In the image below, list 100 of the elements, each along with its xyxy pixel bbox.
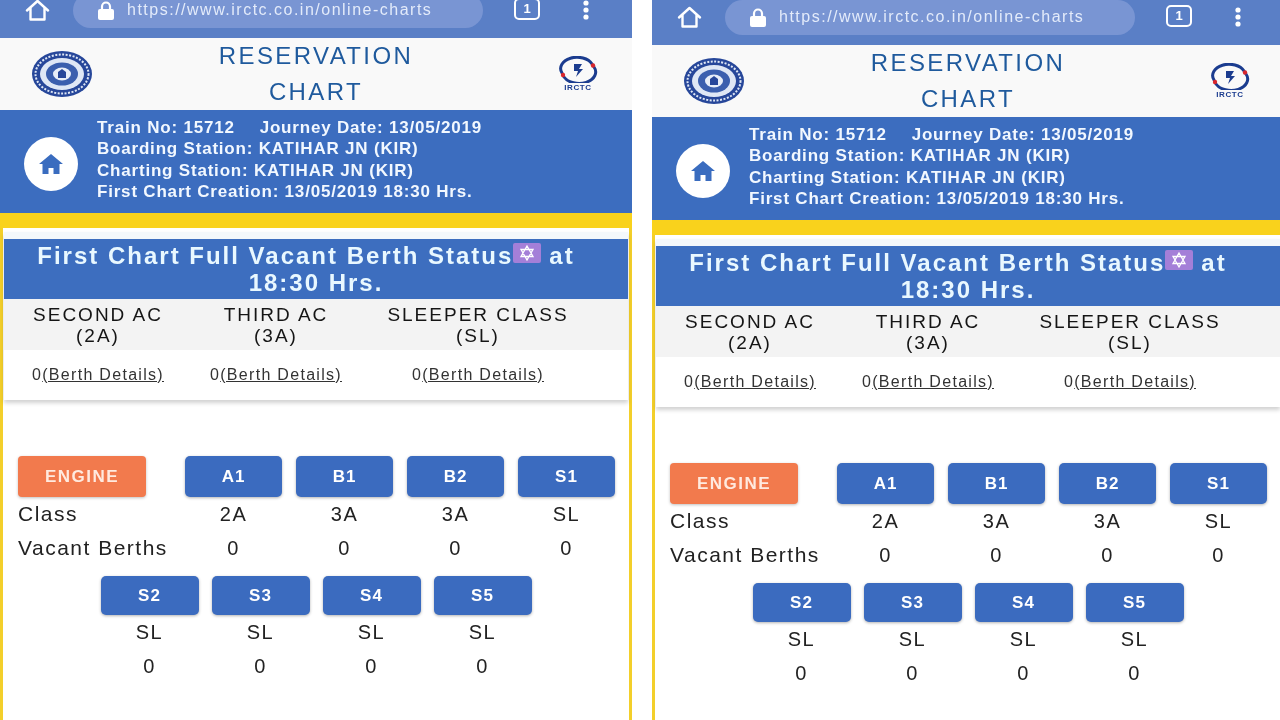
home-icon[interactable] <box>677 6 702 28</box>
round-emblem-icon <box>32 51 92 97</box>
chart-creation-text: First Chart Creation: 13/05/2019 18:30 Hrs. <box>749 189 1125 208</box>
section-heading-text: 18:30 Hrs. <box>900 276 1036 303</box>
home-button[interactable] <box>24 136 78 191</box>
section-heading-text: 18:30 Hrs. <box>248 269 384 296</box>
home-icon <box>690 159 716 182</box>
coach-class-text: SL <box>787 627 816 651</box>
class-column-header: SLEEPER CLASS (SL) <box>387 304 569 348</box>
vacant-count-text: 0 <box>254 654 267 678</box>
vacant-count-text: 0 <box>879 543 892 567</box>
coach-class-text: SL <box>357 620 386 644</box>
vacant-count-text: 0 <box>365 654 378 678</box>
logo-caption: IRCTC <box>1216 89 1244 100</box>
page-title: RESERVATION CHART <box>869 48 1067 114</box>
coach-button[interactable]: S4 <box>974 583 1073 622</box>
coach-button[interactable]: B2 <box>407 456 504 497</box>
coach-class-text: SL <box>552 502 581 526</box>
berth-details-link[interactable]: (Berth Details) <box>872 373 994 391</box>
vacant-count-text: 0 <box>1064 373 1075 391</box>
section-heading-text: at <box>1201 249 1227 276</box>
coach-button[interactable]: S5 <box>433 576 532 615</box>
berth-details-link[interactable]: (Berth Details) <box>42 366 164 384</box>
vacant-count-text: 0 <box>338 536 351 560</box>
page-title: RESERVATION CHART <box>217 41 415 107</box>
vacant-count-text: 0 <box>210 366 221 384</box>
coach-button[interactable]: B2 <box>1059 463 1156 504</box>
vacant-count-text: 0 <box>990 543 1003 567</box>
berth-details-link[interactable]: (Berth Details) <box>422 366 544 384</box>
coach-class-text: 2A <box>219 502 248 526</box>
journey-date-text: Journey Date: 13/05/2019 <box>911 123 1135 145</box>
vacant-count-text: 0 <box>1017 661 1030 685</box>
vacant-count-text: 0 <box>449 536 462 560</box>
vacant-count-text: 0 <box>862 373 873 391</box>
section-heading-text: First Chart Full Vacant Berth Status <box>689 249 1166 276</box>
vacant-count-text: 0 <box>32 366 43 384</box>
chart-creation-text: First Chart Creation: 13/05/2019 18:30 Hrs. <box>97 182 473 201</box>
coach-button[interactable]: S1 <box>518 456 615 497</box>
coach-button[interactable]: S2 <box>100 576 199 615</box>
coach-button[interactable]: S1 <box>1170 463 1267 504</box>
coach-class-text: SL <box>1009 627 1038 651</box>
vacant-count-text: 0 <box>906 661 919 685</box>
menu-icon[interactable] <box>1235 7 1241 27</box>
berth-details-link[interactable]: (Berth Details) <box>220 366 342 384</box>
engine-label: ENGINE <box>18 456 146 497</box>
berth-details-link[interactable]: (Berth Details) <box>694 373 816 391</box>
lock-icon <box>750 7 766 27</box>
berth-details-link[interactable]: (Berth Details) <box>1074 373 1196 391</box>
coach-button[interactable]: B1 <box>296 456 393 497</box>
tab-count-button[interactable]: 1 <box>514 0 540 20</box>
vacant-count-text: 0 <box>1101 543 1114 567</box>
train-number-text: Train No: 15712 <box>749 123 887 145</box>
coach-button[interactable]: A1 <box>185 456 282 497</box>
coach-class-text: 3A <box>330 502 359 526</box>
charting-station-text: Charting Station: KATIHAR JN (KIR) <box>749 167 1066 187</box>
coach-button[interactable]: S3 <box>863 583 962 622</box>
coach-button[interactable]: A1 <box>837 463 934 504</box>
coach-button[interactable]: S5 <box>1085 583 1184 622</box>
coach-class-text: 3A <box>1093 509 1122 533</box>
coach-button[interactable]: S2 <box>752 583 851 622</box>
class-column-header: SECOND AC (2A) <box>33 304 163 348</box>
class-column-header: THIRD AC (3A) <box>223 304 329 348</box>
boarding-station-text: Boarding Station: KATIHAR JN (KIR) <box>749 146 1071 165</box>
section-heading-text: at <box>549 242 575 269</box>
coach-class-text: 2A <box>871 509 900 533</box>
logo-caption: IRCTC <box>564 82 592 93</box>
coach-class-text: 3A <box>441 502 470 526</box>
vacant-count-text: 0 <box>143 654 156 678</box>
charting-station-text: Charting Station: KATIHAR JN (KIR) <box>97 160 414 180</box>
menu-icon[interactable] <box>583 0 589 20</box>
coach-class-text: SL <box>135 620 164 644</box>
coach-class-text: SL <box>468 620 497 644</box>
vacant-count-text: 0 <box>684 373 695 391</box>
class-column-header: SLEEPER CLASS (SL) <box>1039 311 1221 355</box>
vacant-count-text: 0 <box>795 661 808 685</box>
vacant-count-text: 0 <box>476 654 489 678</box>
coach-class-text: SL <box>1204 509 1233 533</box>
vacant-berths-label: Vacant Berths <box>670 543 820 567</box>
coach-class-text: SL <box>898 627 927 651</box>
vacant-berths-label: Vacant Berths <box>18 536 168 560</box>
home-icon <box>38 152 64 175</box>
journey-date-text: Journey Date: 13/05/2019 <box>259 116 483 138</box>
class-label: Class <box>670 509 730 533</box>
lock-icon <box>98 0 114 20</box>
engine-label: ENGINE <box>670 463 798 504</box>
vacant-count-text: 0 <box>1128 661 1141 685</box>
home-icon[interactable] <box>25 0 50 21</box>
ring-bolt-logo-icon <box>558 55 598 83</box>
train-number-text: Train No: 15712 <box>97 116 235 138</box>
coach-button[interactable]: S4 <box>322 576 421 615</box>
section-heading-text: First Chart Full Vacant Berth Status <box>37 242 514 269</box>
tab-count-button[interactable]: 1 <box>1166 4 1192 27</box>
vacant-count-text: 0 <box>412 366 423 384</box>
coach-button[interactable]: S3 <box>211 576 310 615</box>
coach-class-text: 3A <box>982 509 1011 533</box>
coach-button[interactable]: B1 <box>948 463 1045 504</box>
class-column-header: THIRD AC (3A) <box>875 311 981 355</box>
class-label: Class <box>18 502 78 526</box>
boarding-station-text: Boarding Station: KATIHAR JN (KIR) <box>97 139 419 158</box>
home-button[interactable] <box>676 143 730 198</box>
